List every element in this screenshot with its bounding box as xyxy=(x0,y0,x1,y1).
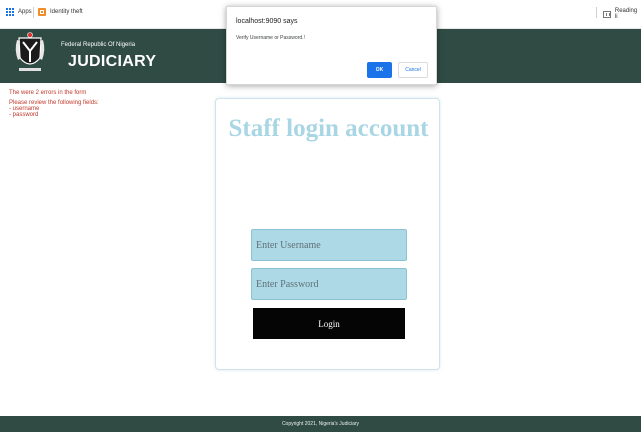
bookmark-apps-label: Apps xyxy=(18,9,32,15)
site-title: JUDICIARY xyxy=(68,53,157,70)
dialog-ok-button[interactable]: OK xyxy=(367,62,392,78)
username-input[interactable] xyxy=(251,229,407,261)
dialog-cancel-button[interactable]: Cancel xyxy=(398,62,428,78)
password-input[interactable] xyxy=(251,268,407,300)
reading-list-icon xyxy=(603,10,611,18)
republic-label: Federal Republic Of Nigeria xyxy=(61,42,136,48)
copyright-text: Copyright 2021, Nigeria's Judiciary xyxy=(281,421,360,427)
dialog-message: Verify Username or Password.! xyxy=(236,35,305,41)
reading-list-label: Reading li xyxy=(614,8,638,20)
apps-grid-icon xyxy=(6,8,14,16)
bookmark-separator xyxy=(596,7,597,18)
login-button[interactable]: Login xyxy=(253,308,405,339)
bookmark-apps[interactable]: Apps xyxy=(6,8,32,16)
error-field-item: - password xyxy=(9,112,39,118)
alert-dialog: localhost:9090 says Verify Username or P… xyxy=(226,6,437,85)
coat-of-arms-logo-icon xyxy=(15,32,45,71)
login-title: Staff login account xyxy=(228,115,429,142)
site-footer: Copyright 2021, Nigeria's Judiciary xyxy=(0,416,641,432)
login-card: Staff login account Login xyxy=(215,98,440,370)
errors-title: The were 2 errors in the form xyxy=(9,90,87,96)
bookmark-separator xyxy=(33,7,34,18)
bookmark-identity-theft-label: Identity theft xyxy=(50,9,83,15)
validation-errors: The were 2 errors in the form Please rev… xyxy=(9,90,99,118)
bookmark-favicon-icon xyxy=(38,8,46,16)
bookmark-identity-theft[interactable]: Identity theft xyxy=(38,8,83,16)
dialog-title: localhost:9090 says xyxy=(236,18,298,25)
reading-list[interactable]: Reading li xyxy=(603,8,641,20)
